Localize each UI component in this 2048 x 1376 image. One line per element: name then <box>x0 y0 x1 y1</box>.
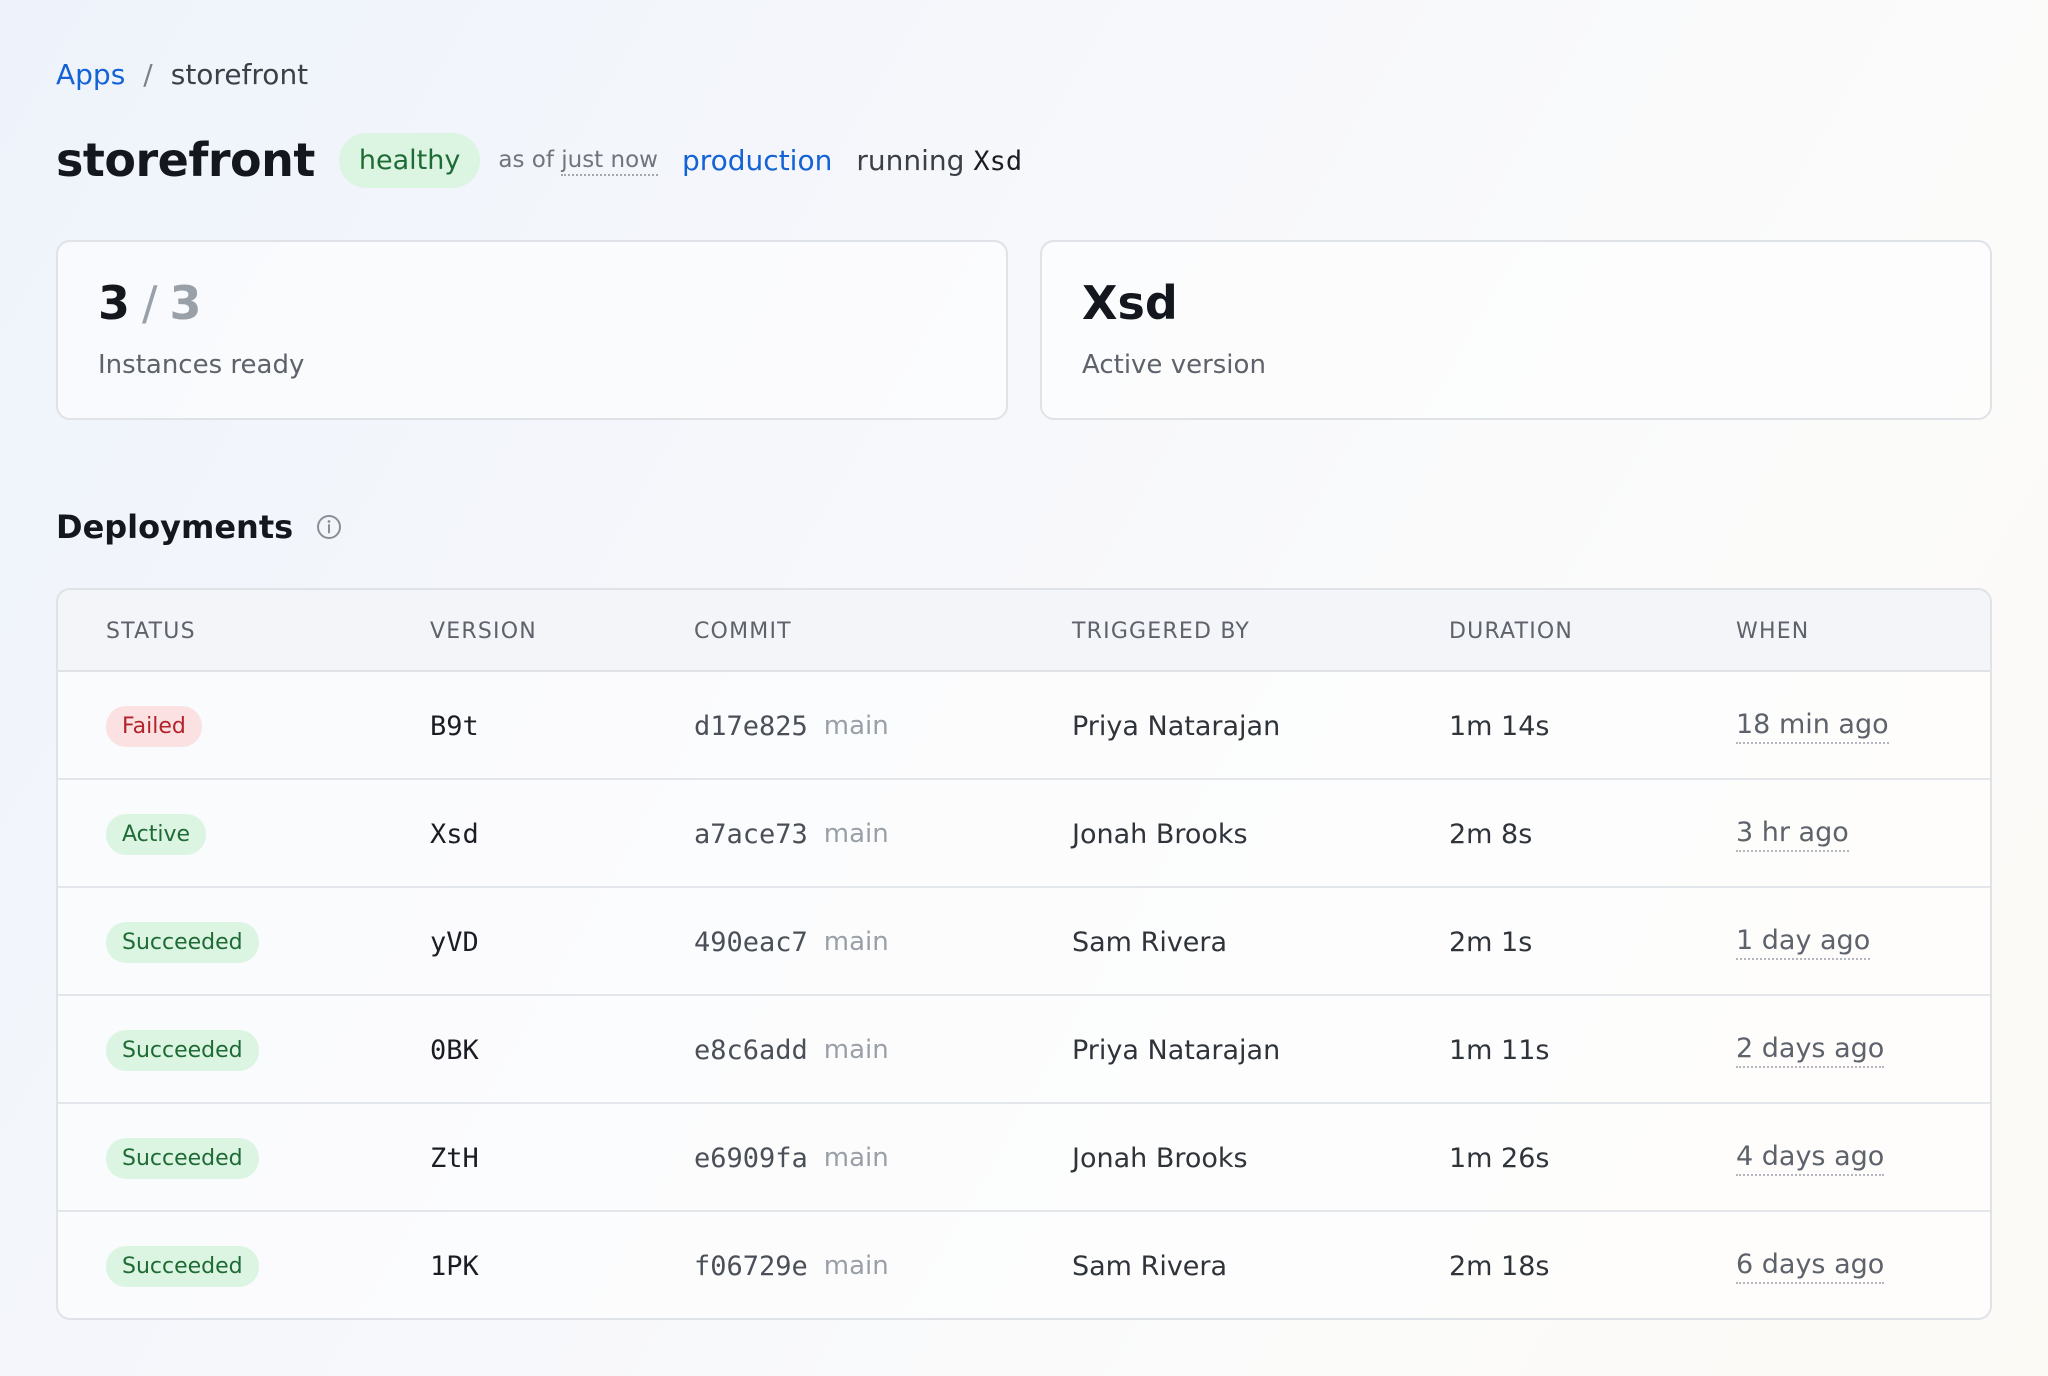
when-cell[interactable]: 18 min ago <box>1736 709 1889 744</box>
running-label: running <box>856 143 965 177</box>
commit-branch: main <box>823 819 889 849</box>
triggered-by-cell: Priya Natarajan <box>1072 710 1281 742</box>
duration-cell: 2m 8s <box>1449 818 1533 850</box>
when-cell[interactable]: 2 days ago <box>1736 1033 1885 1068</box>
info-icon[interactable] <box>315 513 343 541</box>
active-version-card: Xsd Active version <box>1040 240 1992 420</box>
commit-branch: main <box>823 1143 889 1173</box>
deployments-table: STATUS VERSION COMMIT TRIGGERED BY DURAT… <box>56 588 1992 1320</box>
version-cell: yVD <box>430 926 479 958</box>
when-cell[interactable]: 3 hr ago <box>1736 817 1849 852</box>
status-badge: Active <box>106 813 207 855</box>
commit-sha[interactable]: e6909fa <box>694 1143 808 1174</box>
version-cell: B9t <box>430 710 479 742</box>
app-header: storefront healthy as of just now produc… <box>56 130 1022 190</box>
table-row[interactable]: Succeeded yVD 490eac7 main Sam Rivera 2m … <box>58 888 1990 996</box>
triggered-by-cell: Priya Natarajan <box>1072 1034 1281 1066</box>
commit-branch: main <box>823 1035 889 1065</box>
column-header-triggered-by: TRIGGERED BY <box>1072 619 1251 644</box>
version-cell: Xsd <box>430 818 479 850</box>
deployments-header: Deployments <box>56 508 343 546</box>
page-title: storefront <box>56 133 315 187</box>
environment-link[interactable]: production <box>682 144 832 177</box>
active-version-label: Active version <box>1082 350 1266 380</box>
table-row[interactable]: Succeeded 1PK f06729e main Sam Rivera 2m … <box>58 1212 1990 1318</box>
table-row[interactable]: Failed B9t d17e825 main Priya Natarajan 1… <box>58 672 1990 780</box>
when-cell[interactable]: 6 days ago <box>1736 1249 1885 1284</box>
instances-separator: / <box>142 276 158 330</box>
status-badge: Succeeded <box>106 1245 259 1287</box>
deployments-title: Deployments <box>56 508 294 546</box>
status-badge: Succeeded <box>106 1029 259 1071</box>
breadcrumb-apps-link[interactable]: Apps <box>56 58 125 91</box>
instances-total: 3 <box>169 276 202 330</box>
when-cell[interactable]: 1 day ago <box>1736 925 1871 960</box>
instances-label: Instances ready <box>98 350 305 380</box>
duration-cell: 2m 18s <box>1449 1250 1550 1282</box>
status-badge: Failed <box>106 705 202 747</box>
table-row[interactable]: Active Xsd a7ace73 main Jonah Brooks 2m 8… <box>58 780 1990 888</box>
column-header-when: WHEN <box>1736 619 1810 644</box>
duration-cell: 2m 1s <box>1449 926 1533 958</box>
commit-sha[interactable]: 490eac7 <box>694 927 808 958</box>
duration-cell: 1m 11s <box>1449 1034 1550 1066</box>
status-badge: Succeeded <box>106 921 259 963</box>
active-version-value: Xsd <box>1082 276 1178 330</box>
commit-sha[interactable]: d17e825 <box>694 711 808 742</box>
table-row[interactable]: Succeeded 0BK e8c6add main Priya Nataraja… <box>58 996 1990 1104</box>
column-header-status: STATUS <box>106 619 196 644</box>
when-cell[interactable]: 4 days ago <box>1736 1141 1885 1176</box>
commit-sha[interactable]: f06729e <box>694 1251 808 1282</box>
version-cell: 0BK <box>430 1034 479 1066</box>
commit-branch: main <box>823 711 889 741</box>
duration-cell: 1m 14s <box>1449 710 1550 742</box>
column-header-duration: DURATION <box>1449 619 1574 644</box>
column-header-version: VERSION <box>430 619 537 644</box>
version-cell: ZtH <box>430 1142 479 1174</box>
column-header-commit: COMMIT <box>694 619 792 644</box>
triggered-by-cell: Sam Rivera <box>1072 926 1228 958</box>
instances-ready: 3 <box>98 276 131 330</box>
running-version: running Xsd <box>856 144 1022 177</box>
health-badge: healthy <box>338 132 481 188</box>
status-badge: Succeeded <box>106 1137 259 1179</box>
instances-value: 3 / 3 <box>98 276 966 334</box>
triggered-by-cell: Sam Rivera <box>1072 1250 1228 1282</box>
commit-sha[interactable]: a7ace73 <box>694 819 808 850</box>
duration-cell: 1m 26s <box>1449 1142 1550 1174</box>
commit-sha[interactable]: e8c6add <box>694 1035 808 1066</box>
breadcrumb: Apps / storefront <box>56 58 308 91</box>
running-version-value: Xsd <box>973 145 1023 177</box>
version-cell: 1PK <box>430 1250 479 1282</box>
table-row[interactable]: Succeeded ZtH e6909fa main Jonah Brooks 1… <box>58 1104 1990 1212</box>
commit-branch: main <box>823 927 889 957</box>
commit-branch: main <box>823 1251 889 1281</box>
table-header: STATUS VERSION COMMIT TRIGGERED BY DURAT… <box>58 590 1990 672</box>
health-timestamp: as of just now <box>498 147 658 176</box>
as-of-when[interactable]: just now <box>561 147 658 176</box>
triggered-by-cell: Jonah Brooks <box>1072 818 1248 850</box>
triggered-by-cell: Jonah Brooks <box>1072 1142 1248 1174</box>
as-of-prefix: as of <box>498 147 554 173</box>
breadcrumb-separator: / <box>143 58 153 91</box>
breadcrumb-current: storefront <box>170 58 309 91</box>
instances-card: 3 / 3 Instances ready <box>56 240 1008 420</box>
